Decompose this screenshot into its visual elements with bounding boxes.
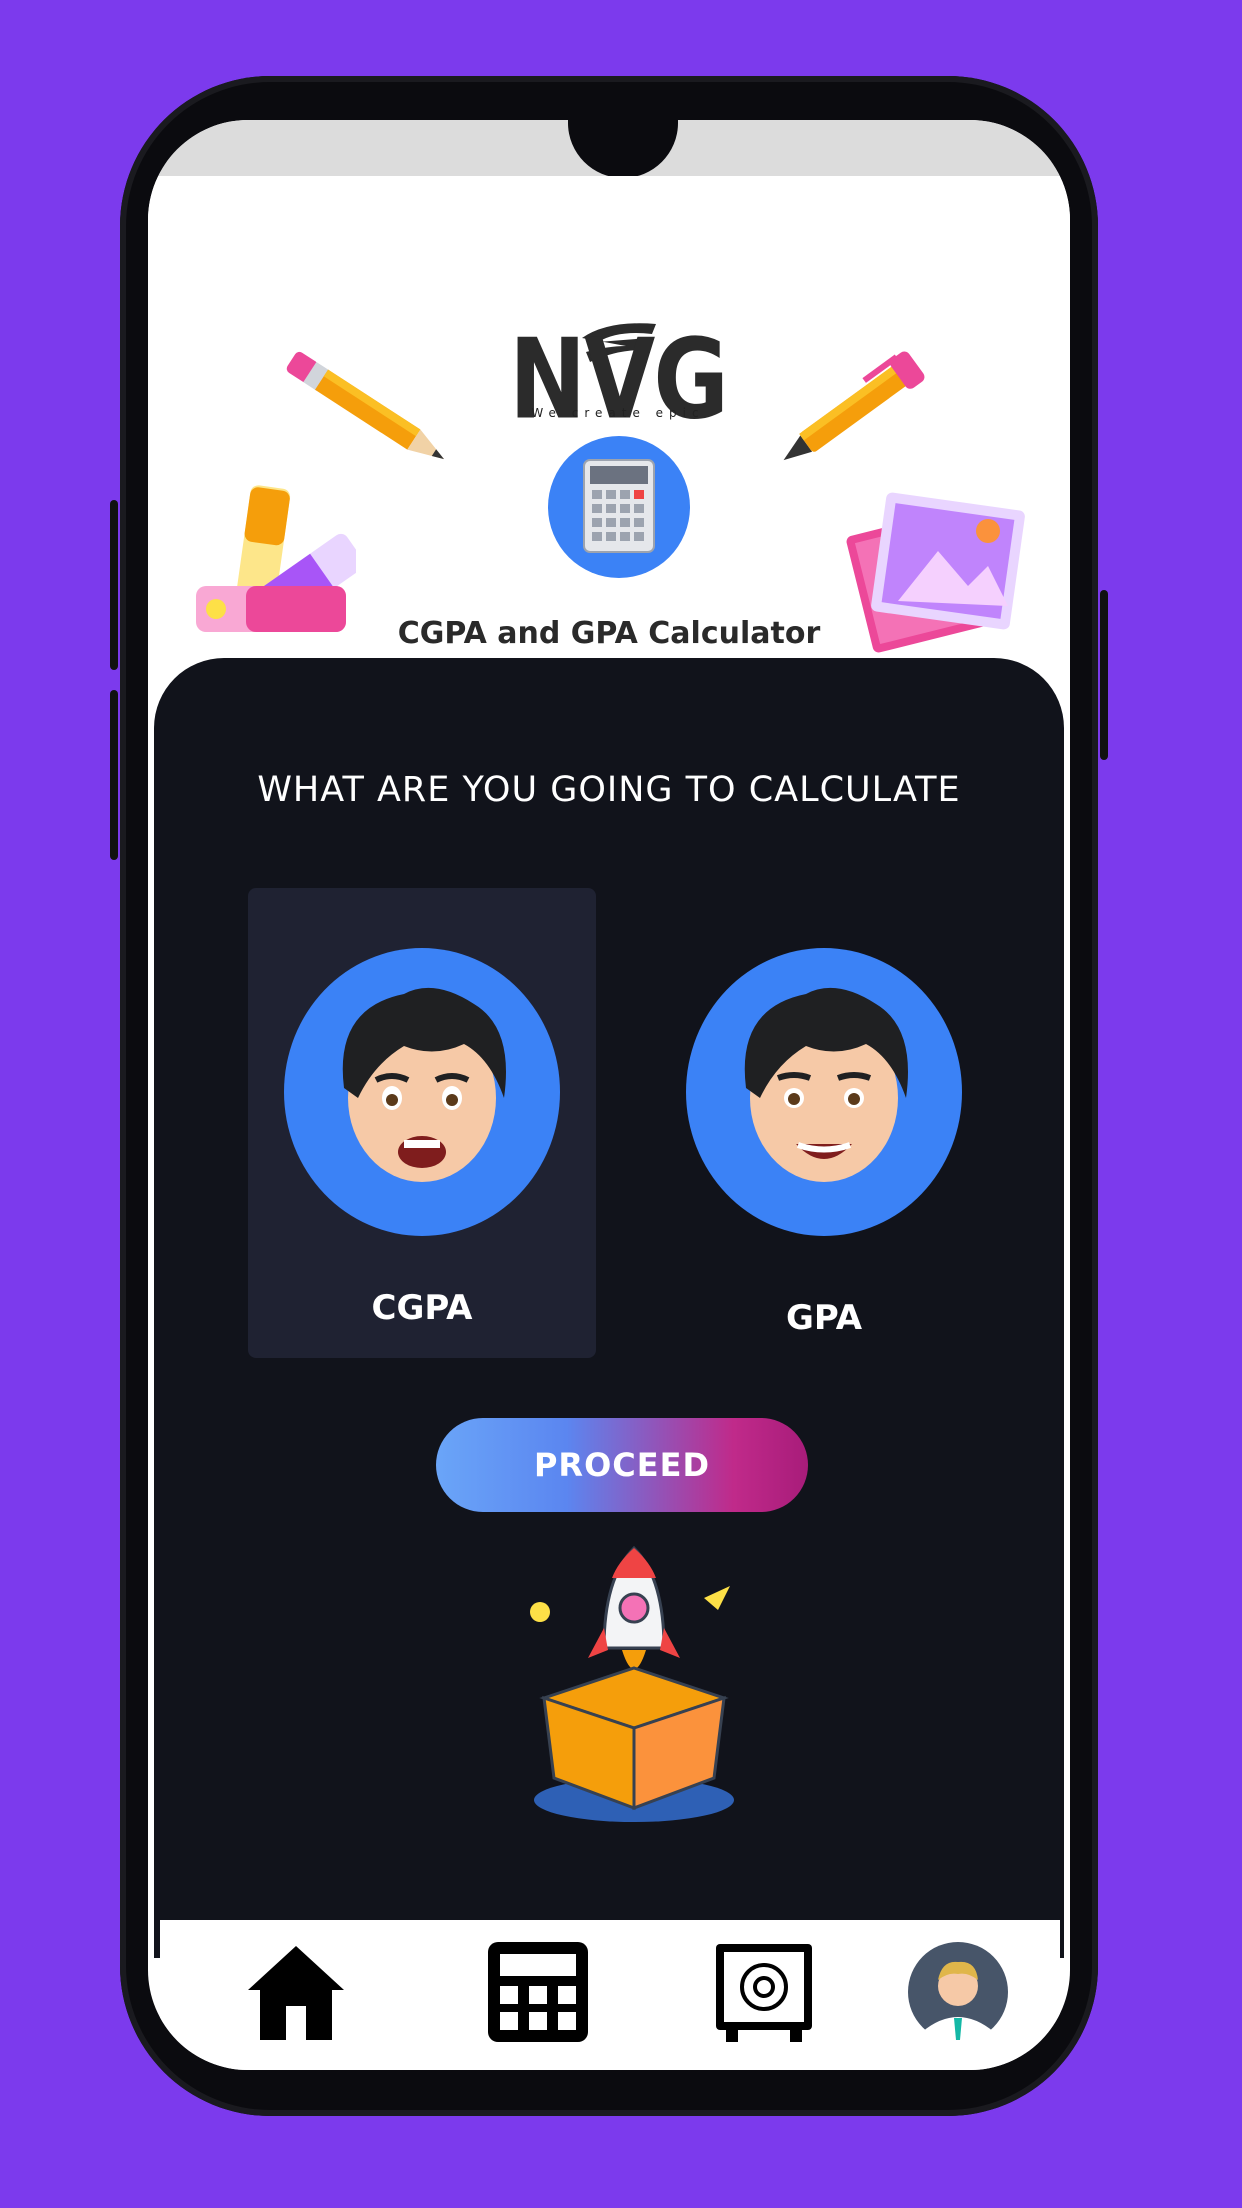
logo-text: NVG: [509, 315, 729, 444]
logo-tagline: We create epic: [531, 406, 705, 420]
side-button: [1100, 590, 1108, 760]
side-button: [110, 690, 118, 860]
app-header: NVG We create epic CGPA and GPA Calculat…: [148, 176, 1070, 736]
smiling-face-avatar: [744, 987, 908, 1182]
rocket-box-illustration: [530, 1545, 734, 1822]
app-title: CGPA and GPA Calculator: [397, 616, 821, 651]
cgpa-avatar: [284, 948, 560, 1236]
option-gpa[interactable]: GPA: [650, 888, 998, 1358]
option-label: GPA: [785, 1298, 863, 1338]
calculation-question: WHAT ARE YOU GOING TO CALCULATE: [257, 770, 961, 810]
nav-home[interactable]: [244, 1940, 348, 2044]
nav-safe[interactable]: [712, 1940, 816, 2044]
calculator-icon: [488, 1942, 588, 2042]
calculator-badge: [548, 436, 690, 578]
home-icon: [248, 1946, 344, 2040]
nav-profile[interactable]: [906, 1940, 1010, 2044]
proceed-button[interactable]: PROCEED: [436, 1418, 808, 1512]
safe-icon: [716, 1944, 812, 2042]
surprised-face-avatar: [342, 987, 506, 1182]
selection-panel: WHAT ARE YOU GOING TO CALCULATE CGPA GPA…: [154, 658, 1064, 1958]
option-label: CGPA: [371, 1288, 473, 1328]
calculator-icon: [583, 459, 655, 553]
option-cgpa[interactable]: CGPA: [248, 888, 596, 1358]
gpa-avatar: [686, 948, 962, 1236]
nav-calculator[interactable]: [486, 1940, 590, 2044]
profile-avatar: [908, 1942, 1008, 2044]
side-button: [110, 500, 118, 670]
bottom-navigation: [160, 1920, 1060, 2070]
pencil-icon: [286, 351, 445, 460]
app-screen: NVG We create epic CGPA and GPA Calculat…: [148, 120, 1070, 2070]
pen-icon: [783, 351, 925, 461]
